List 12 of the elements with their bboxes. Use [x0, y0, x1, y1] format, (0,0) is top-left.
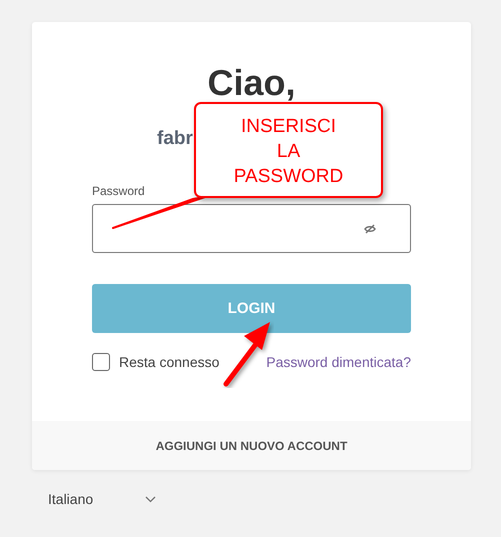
chevron-down-icon [145, 496, 156, 502]
language-select[interactable]: Italiano [48, 491, 156, 507]
eye-off-icon[interactable] [364, 222, 376, 234]
remember-checkbox[interactable] [92, 353, 110, 371]
username-text: fabr [156, 128, 194, 150]
greeting-title: Ciao, [206, 62, 296, 104]
forgot-password-link[interactable]: Password dimenticata? [266, 354, 411, 370]
password-label: Password [92, 184, 145, 198]
add-account-button[interactable]: AGGIUNGI UN NUOVO ACCOUNT [32, 421, 471, 470]
remember-label: Resta connesso [119, 354, 220, 370]
callout: INSERISCI LA PASSWORD [194, 102, 383, 198]
password-field[interactable] [92, 204, 411, 253]
